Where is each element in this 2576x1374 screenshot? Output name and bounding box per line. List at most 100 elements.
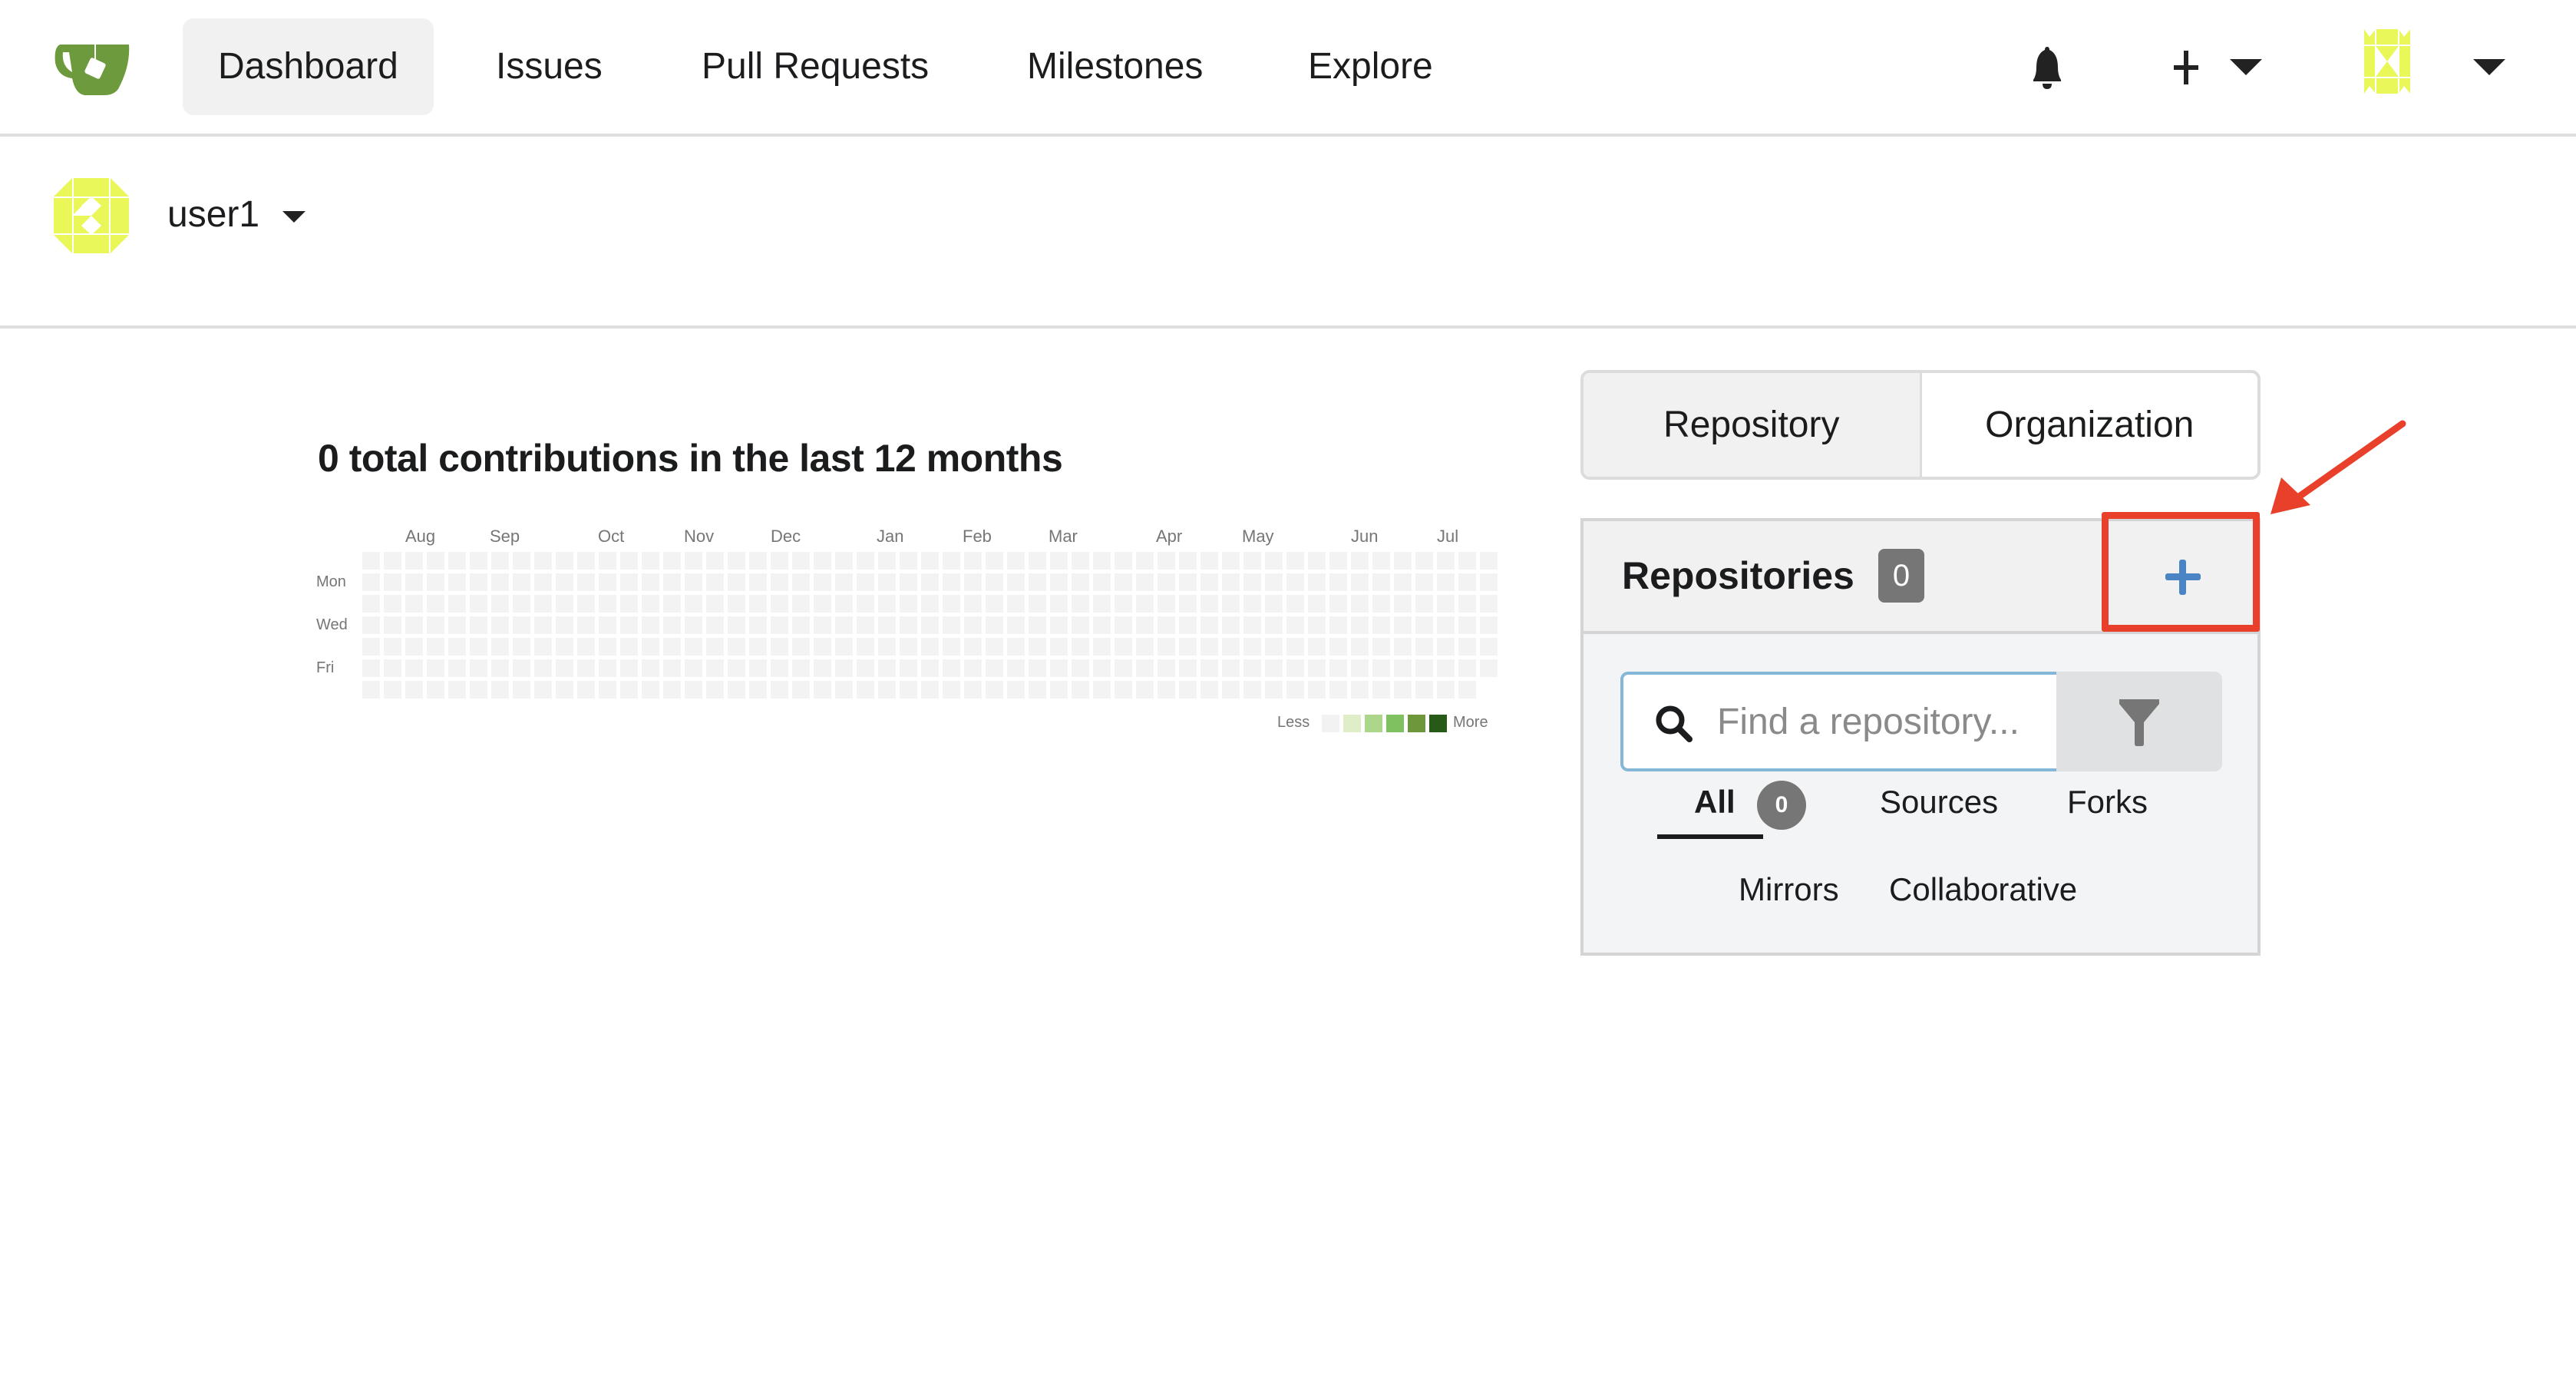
- heatmap-cell[interactable]: [556, 681, 573, 699]
- heatmap-cell[interactable]: [1437, 595, 1455, 613]
- heatmap-cell[interactable]: [1093, 638, 1111, 656]
- heatmap-cell[interactable]: [986, 573, 1003, 591]
- heatmap-cell[interactable]: [642, 681, 659, 699]
- heatmap-cell[interactable]: [1072, 573, 1089, 591]
- heatmap-cell[interactable]: [1029, 616, 1046, 634]
- heatmap-cell[interactable]: [943, 659, 960, 677]
- heatmap-cell[interactable]: [792, 552, 810, 570]
- heatmap-cell[interactable]: [1286, 681, 1304, 699]
- heatmap-cell[interactable]: [1222, 659, 1240, 677]
- heatmap-cell[interactable]: [1329, 659, 1347, 677]
- heatmap-cell[interactable]: [620, 638, 638, 656]
- heatmap-cell[interactable]: [1115, 681, 1132, 699]
- heatmap-cell[interactable]: [835, 573, 853, 591]
- heatmap-cell[interactable]: [1243, 616, 1261, 634]
- heatmap-cell[interactable]: [964, 616, 982, 634]
- heatmap-cell[interactable]: [663, 552, 681, 570]
- heatmap-cell[interactable]: [1115, 573, 1132, 591]
- heatmap-cell[interactable]: [1308, 681, 1326, 699]
- heatmap-cell[interactable]: [685, 552, 702, 570]
- heatmap-cell[interactable]: [620, 681, 638, 699]
- heatmap-cell[interactable]: [814, 573, 831, 591]
- heatmap-cell[interactable]: [1351, 595, 1369, 613]
- heatmap-cell[interactable]: [427, 573, 444, 591]
- heatmap-cell[interactable]: [470, 552, 487, 570]
- heatmap-cell[interactable]: [792, 616, 810, 634]
- heatmap-cell[interactable]: [448, 681, 466, 699]
- heatmap-cell[interactable]: [556, 659, 573, 677]
- heatmap-cell[interactable]: [706, 681, 724, 699]
- heatmap-cell[interactable]: [599, 573, 616, 591]
- heatmap-cell[interactable]: [728, 573, 745, 591]
- heatmap-cell[interactable]: [1372, 552, 1390, 570]
- heatmap-cell[interactable]: [1372, 659, 1390, 677]
- heatmap-cell[interactable]: [599, 595, 616, 613]
- heatmap-cell[interactable]: [427, 638, 444, 656]
- add-repository-button[interactable]: [2105, 521, 2257, 631]
- heatmap-cell[interactable]: [1136, 638, 1154, 656]
- filter-tab-sources[interactable]: Sources: [1880, 784, 1998, 821]
- heatmap-cell[interactable]: [728, 616, 745, 634]
- heatmap-cell[interactable]: [470, 681, 487, 699]
- heatmap-cell[interactable]: [878, 681, 896, 699]
- heatmap-cell[interactable]: [1136, 616, 1154, 634]
- heatmap-cell[interactable]: [1029, 659, 1046, 677]
- heatmap-cell[interactable]: [1308, 595, 1326, 613]
- heatmap-cell[interactable]: [749, 681, 767, 699]
- heatmap-cell[interactable]: [921, 595, 939, 613]
- heatmap-cell[interactable]: [1415, 638, 1433, 656]
- heatmap-cell[interactable]: [577, 573, 595, 591]
- heatmap-cell[interactable]: [1050, 552, 1068, 570]
- heatmap-cell[interactable]: [1222, 573, 1240, 591]
- heatmap-cell[interactable]: [1329, 595, 1347, 613]
- heatmap-cell[interactable]: [986, 552, 1003, 570]
- heatmap-cell[interactable]: [1243, 659, 1261, 677]
- heatmap-cell[interactable]: [1072, 681, 1089, 699]
- heatmap-cell[interactable]: [964, 552, 982, 570]
- heatmap-cell[interactable]: [362, 681, 380, 699]
- heatmap-cell[interactable]: [1158, 595, 1175, 613]
- gitea-logo-icon[interactable]: [54, 43, 135, 95]
- heatmap-cell[interactable]: [1351, 659, 1369, 677]
- filter-tab-mirrors[interactable]: Mirrors: [1739, 871, 1839, 908]
- heatmap-cell[interactable]: [448, 552, 466, 570]
- heatmap-cell[interactable]: [1243, 681, 1261, 699]
- heatmap-cell[interactable]: [1029, 552, 1046, 570]
- heatmap-cell[interactable]: [1286, 638, 1304, 656]
- heatmap-cell[interactable]: [921, 616, 939, 634]
- heatmap-cell[interactable]: [1265, 616, 1283, 634]
- heatmap-cell[interactable]: [943, 681, 960, 699]
- heatmap-cell[interactable]: [1437, 552, 1455, 570]
- nav-pull-requests[interactable]: Pull Requests: [666, 18, 964, 115]
- heatmap-cell[interactable]: [857, 638, 874, 656]
- heatmap-cell[interactable]: [835, 638, 853, 656]
- heatmap-cell[interactable]: [1480, 638, 1498, 656]
- heatmap-cell[interactable]: [642, 659, 659, 677]
- filter-tab-forks[interactable]: Forks: [2067, 784, 2148, 821]
- heatmap-cell[interactable]: [685, 616, 702, 634]
- heatmap-cell[interactable]: [1351, 681, 1369, 699]
- heatmap-cell[interactable]: [448, 638, 466, 656]
- heatmap-cell[interactable]: [577, 681, 595, 699]
- heatmap-cell[interactable]: [1458, 659, 1476, 677]
- heatmap-cell[interactable]: [427, 552, 444, 570]
- heatmap-cell[interactable]: [921, 552, 939, 570]
- heatmap-cell[interactable]: [642, 638, 659, 656]
- heatmap-cell[interactable]: [792, 595, 810, 613]
- heatmap-cell[interactable]: [1372, 595, 1390, 613]
- heatmap-cell[interactable]: [1179, 638, 1197, 656]
- heatmap-cell[interactable]: [685, 638, 702, 656]
- heatmap-cell[interactable]: [706, 659, 724, 677]
- heatmap-cell[interactable]: [835, 552, 853, 570]
- heatmap-cell[interactable]: [1200, 595, 1218, 613]
- heatmap-cell[interactable]: [642, 552, 659, 570]
- nav-milestones[interactable]: Milestones: [992, 18, 1238, 115]
- heatmap-cell[interactable]: [556, 573, 573, 591]
- heatmap-cell[interactable]: [900, 595, 917, 613]
- heatmap-cell[interactable]: [1050, 573, 1068, 591]
- heatmap-cell[interactable]: [470, 659, 487, 677]
- heatmap-cell[interactable]: [728, 595, 745, 613]
- heatmap-cell[interactable]: [1243, 638, 1261, 656]
- heatmap-cell[interactable]: [1093, 552, 1111, 570]
- context-username[interactable]: user1: [167, 192, 259, 238]
